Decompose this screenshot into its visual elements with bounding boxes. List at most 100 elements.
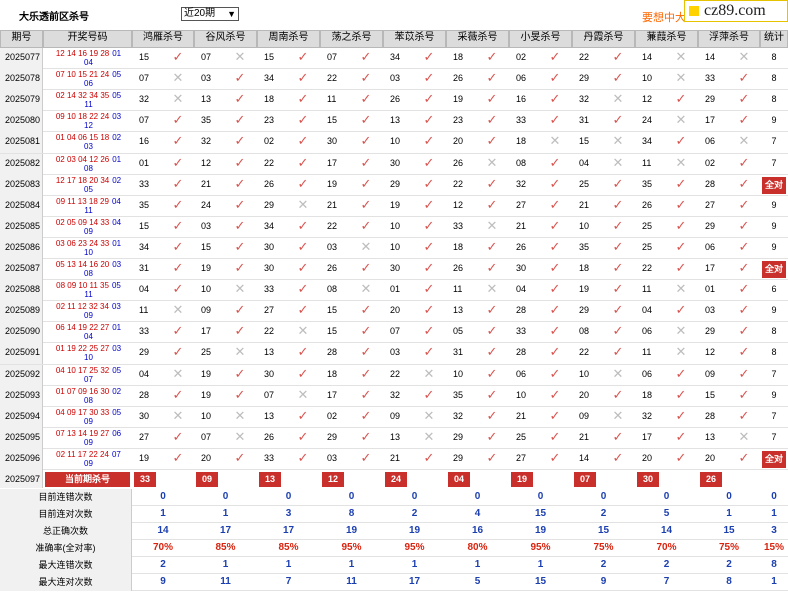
stat-value: 11 [346, 576, 357, 587]
column-header: 丹霞杀号 [572, 30, 635, 48]
check-icon: ✓ [549, 302, 561, 318]
stat-value: 70% [152, 542, 173, 553]
check-icon: ✓ [423, 175, 435, 191]
kill-number: 19 [453, 94, 464, 105]
period-cell: 2025094 [0, 406, 43, 428]
kill-number: 11 [642, 347, 652, 358]
kill-number: 10 [390, 136, 401, 147]
check-icon: ✓ [172, 112, 184, 128]
page-title: 大乐透前区杀号 [19, 12, 89, 23]
kill-number: 18 [516, 136, 527, 147]
stat-value: 1 [160, 508, 166, 519]
kill-number: 26 [453, 73, 464, 84]
check-icon: ✓ [423, 238, 435, 254]
column-header: 谷风杀号 [194, 30, 257, 48]
kill-number: 26 [264, 178, 275, 189]
cross-icon: ✕ [172, 365, 184, 381]
kill-number: 35 [579, 241, 590, 252]
check-icon: ✓ [612, 49, 624, 64]
stat-value: 2 [600, 559, 607, 570]
stat-value: 5 [474, 576, 481, 587]
stat-value: 95% [404, 542, 425, 553]
cross-icon: ✕ [738, 49, 750, 64]
period-cell: 2025078 [0, 69, 43, 91]
back-number: 03 [111, 302, 121, 312]
kill-number: 13 [453, 305, 464, 316]
stat-count: 8 [771, 347, 777, 358]
stat-value: 0 [474, 491, 481, 502]
kill-number: 20 [642, 452, 653, 463]
draw-numbers-cell: 04 10 17 25 32 05 07 [45, 366, 132, 385]
cross-icon: ✕ [360, 281, 372, 297]
site-logo[interactable]: cz89.com [684, 0, 788, 22]
current-kill-number: 13 [259, 472, 281, 487]
kill-number: 28 [516, 305, 527, 316]
cross-icon: ✕ [675, 344, 687, 360]
check-icon: ✓ [423, 133, 435, 149]
check-icon: ✓ [486, 302, 498, 318]
kill-number: 27 [516, 452, 527, 463]
check-icon: ✓ [234, 386, 246, 402]
check-icon: ✓ [549, 196, 561, 212]
check-icon: ✓ [172, 154, 184, 170]
check-icon: ✓ [297, 281, 309, 297]
period-cell: 2025084 [0, 195, 43, 217]
kill-number: 27 [516, 199, 527, 210]
stat-value: 15 [534, 508, 547, 519]
check-icon: ✓ [423, 196, 435, 212]
stat-count: 9 [771, 389, 777, 400]
draw-numbers-cell: 01 04 06 15 18 02 03 [45, 133, 132, 152]
kill-number: 15 [139, 220, 150, 231]
stat-value: 1 [411, 559, 418, 570]
stat-value: 1 [285, 559, 292, 570]
cross-icon: ✕ [297, 196, 309, 212]
kill-number: 09 [390, 410, 401, 421]
check-icon: ✓ [297, 344, 309, 360]
check-icon: ✓ [234, 133, 246, 149]
kill-number: 10 [579, 368, 590, 379]
check-icon: ✓ [360, 365, 372, 381]
stat-value: 2 [663, 559, 670, 570]
cross-icon: ✕ [612, 91, 624, 107]
check-icon: ✓ [234, 238, 246, 254]
check-icon: ✓ [675, 449, 687, 465]
draw-numbers-cell: 02 11 17 22 24 07 09 [45, 450, 132, 469]
stat-count: 7 [771, 136, 777, 147]
kill-number: 30 [264, 263, 275, 273]
all-correct-badge: 全对 [762, 450, 786, 468]
back-number: 08 [84, 395, 93, 405]
promo-link[interactable]: 要想中大 [642, 9, 686, 25]
check-icon: ✓ [738, 175, 750, 191]
period-range-select[interactable]: 近20期 ▼ [181, 7, 239, 21]
kill-number: 11 [642, 284, 652, 295]
check-icon: ✓ [486, 386, 498, 402]
stat-value: 5 [663, 508, 670, 519]
column-header: 开奖号码 [43, 30, 132, 48]
check-icon: ✓ [549, 217, 561, 233]
check-icon: ✓ [423, 49, 435, 64]
kill-number: 15 [139, 52, 150, 62]
period-cell: 2025079 [0, 90, 43, 112]
draw-numbers-cell: 07 10 15 21 24 05 06 [45, 70, 132, 89]
check-icon: ✓ [486, 70, 498, 86]
kill-number: 22 [642, 263, 653, 273]
period-range-value: 近20期 [184, 8, 216, 19]
kill-number: 09 [201, 305, 212, 316]
check-icon: ✓ [612, 70, 624, 86]
check-icon: ✓ [549, 260, 561, 275]
kill-number: 11 [139, 305, 149, 316]
kill-number: 02 [705, 157, 716, 168]
back-number: 01 [112, 323, 122, 333]
stat-value: 17 [282, 525, 295, 536]
kill-number: 33 [139, 326, 150, 337]
check-icon: ✓ [172, 260, 184, 275]
kill-number: 33 [264, 284, 275, 295]
column-header: 周南杀号 [257, 30, 320, 48]
stat-value: 7 [663, 576, 670, 587]
kill-number: 15 [327, 326, 338, 337]
cross-icon: ✕ [486, 154, 498, 170]
check-icon: ✓ [549, 154, 561, 170]
check-icon: ✓ [234, 365, 246, 381]
kill-number: 19 [139, 452, 150, 463]
kill-number: 27 [264, 305, 275, 316]
